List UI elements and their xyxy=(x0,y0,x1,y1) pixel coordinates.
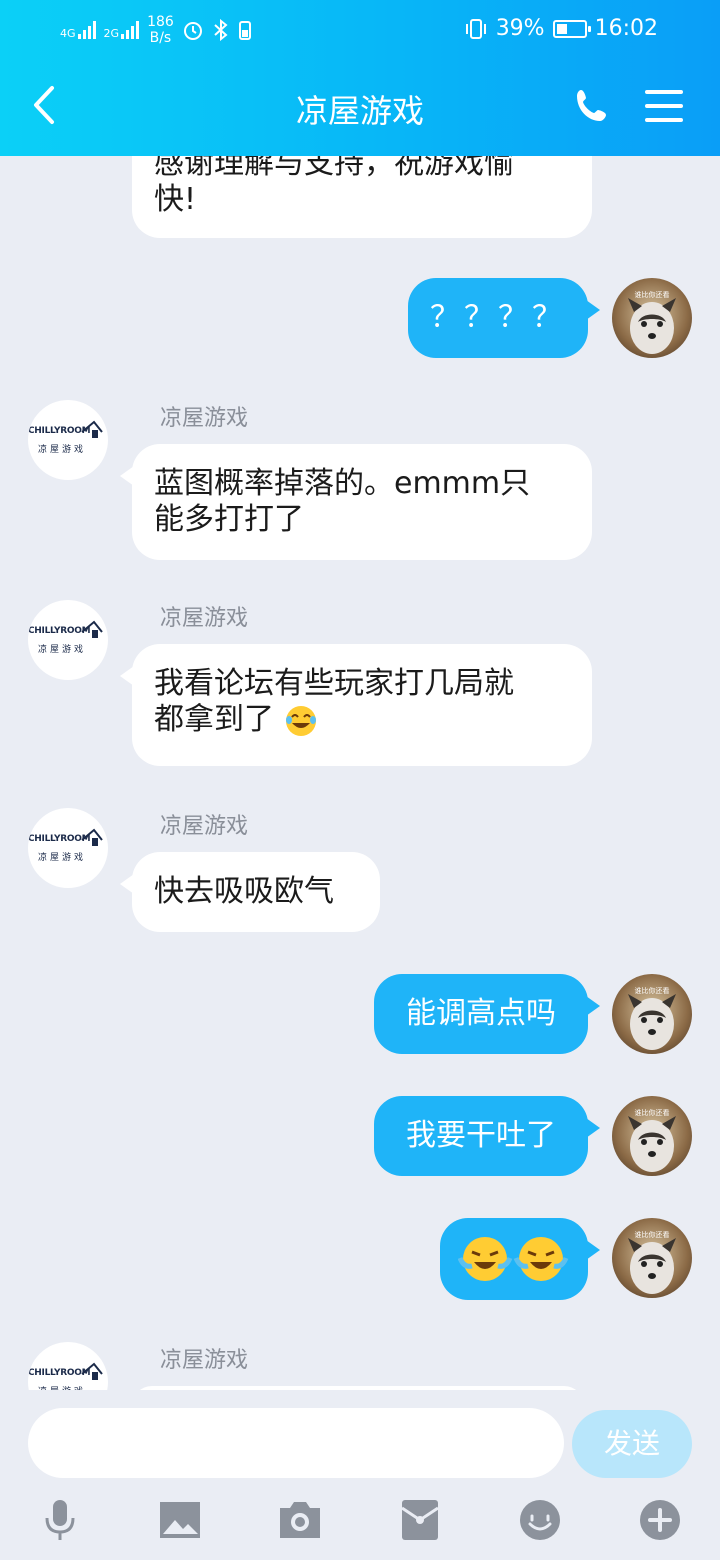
laughing-tears-emoji-icon xyxy=(285,705,316,736)
sender-name: 凉屋游戏 xyxy=(160,406,249,431)
alarm-icon xyxy=(183,22,202,40)
message-bubble-incoming[interactable]: 蓝图概率掉落的。emmm只 能多打打了 xyxy=(120,444,592,560)
network-type-label: 4G xyxy=(60,27,76,40)
network-speed: 186 B/s xyxy=(147,14,174,46)
emoji-icon[interactable] xyxy=(518,1498,562,1542)
battery-fill xyxy=(556,23,567,34)
avatar-caption: 谁比你还看 xyxy=(634,987,670,995)
contact-avatar[interactable]: CHILLYROOM 凉屋游戏 xyxy=(28,400,108,480)
chat-input-area: 发送 xyxy=(0,1390,720,1560)
phone-call-button[interactable] xyxy=(572,86,612,126)
image-icon[interactable] xyxy=(158,1498,202,1542)
speed-unit: B/s xyxy=(149,30,172,46)
house-roof-icon xyxy=(81,420,103,438)
signal-2g: 2G xyxy=(104,21,140,39)
message-text: 我要干吐了 xyxy=(406,1118,556,1153)
crying-laughing-emoji-icon xyxy=(457,1237,569,1281)
avatar-caption: 谁比你还看 xyxy=(634,1109,670,1117)
battery-small-icon xyxy=(238,21,251,40)
my-avatar[interactable]: 谁比你还看 xyxy=(612,278,692,358)
message-text: 我看论坛有些玩家打几局就 xyxy=(154,666,514,701)
brand-logo-cn: 凉屋游戏 xyxy=(38,853,87,863)
battery-icon xyxy=(552,19,591,38)
message-input[interactable] xyxy=(28,1408,564,1478)
plus-icon[interactable] xyxy=(638,1498,682,1542)
message-text: 快去吸吸欧气 xyxy=(154,874,334,909)
contact-avatar[interactable]: CHILLYROOM 凉屋游戏 xyxy=(28,600,108,680)
my-avatar[interactable]: 谁比你还看 xyxy=(612,1218,692,1298)
status-right: 39% 16:02 xyxy=(464,16,658,41)
network-type-label: 2G xyxy=(103,27,120,40)
house-roof-icon xyxy=(81,620,103,638)
avatar-caption: 谁比你还看 xyxy=(634,1231,670,1239)
sender-name: 凉屋游戏 xyxy=(160,814,249,839)
message-bubble-outgoing[interactable]: 能调高点吗 xyxy=(374,974,600,1054)
brand-logo-cn: 凉屋游戏 xyxy=(38,645,87,655)
chat-title: 凉屋游戏 xyxy=(295,92,424,130)
sender-name: 凉屋游戏 xyxy=(160,606,249,631)
status-bar: 4G 2G 186 B/s 39% 16:02 xyxy=(0,10,720,50)
message-line: 都拿到了 xyxy=(154,702,570,738)
message-bubble-incoming[interactable]: 我看论坛有些玩家打几局就 都拿到了 xyxy=(120,644,592,766)
signal-bars-icon xyxy=(121,21,140,39)
signal-bars-icon xyxy=(77,21,96,39)
house-roof-icon xyxy=(81,828,103,846)
app-header: 4G 2G 186 B/s 39% 16:02 凉屋游戏 xyxy=(0,0,720,156)
my-avatar[interactable]: 谁比你还看 xyxy=(612,1096,692,1176)
status-left: 4G 2G 186 B/s xyxy=(60,14,252,46)
speed-value: 186 xyxy=(147,14,174,30)
message-bubble-incoming[interactable]: 快去吸吸欧气 xyxy=(120,852,380,932)
my-avatar[interactable]: 谁比你还看 xyxy=(612,974,692,1054)
bluetooth-icon xyxy=(214,19,228,41)
camera-icon[interactable] xyxy=(278,1498,322,1542)
message-text: 能多打打了 xyxy=(154,502,304,537)
contact-avatar[interactable]: CHILLYROOM 凉屋游戏 xyxy=(28,808,108,888)
house-roof-icon xyxy=(81,1362,103,1380)
battery-percent: 39% xyxy=(495,16,545,41)
message-bubble-outgoing[interactable] xyxy=(440,1218,600,1300)
menu-button[interactable] xyxy=(644,88,684,124)
message-bubble-outgoing[interactable]: ？？？？ xyxy=(408,278,600,358)
message-text: 蓝图概率掉落的。emmm只 xyxy=(154,466,531,501)
message-text: 能调高点吗 xyxy=(406,996,556,1031)
sender-name: 凉屋游戏 xyxy=(160,1348,249,1373)
message-text: 快! xyxy=(154,182,197,217)
send-button[interactable]: 发送 xyxy=(572,1410,692,1478)
avatar-caption: 谁比你还看 xyxy=(634,291,670,299)
message-text: 都拿到了 xyxy=(154,702,274,737)
message-text: ？？？？ xyxy=(430,300,566,335)
clock: 16:02 xyxy=(594,16,658,41)
microphone-icon[interactable] xyxy=(38,1498,82,1542)
signal-4g: 4G xyxy=(60,21,96,39)
red-packet-icon[interactable] xyxy=(398,1498,442,1542)
message-bubble-outgoing[interactable]: 我要干吐了 xyxy=(374,1096,600,1176)
brand-logo-cn: 凉屋游戏 xyxy=(38,445,87,455)
vibrate-icon xyxy=(465,18,486,39)
